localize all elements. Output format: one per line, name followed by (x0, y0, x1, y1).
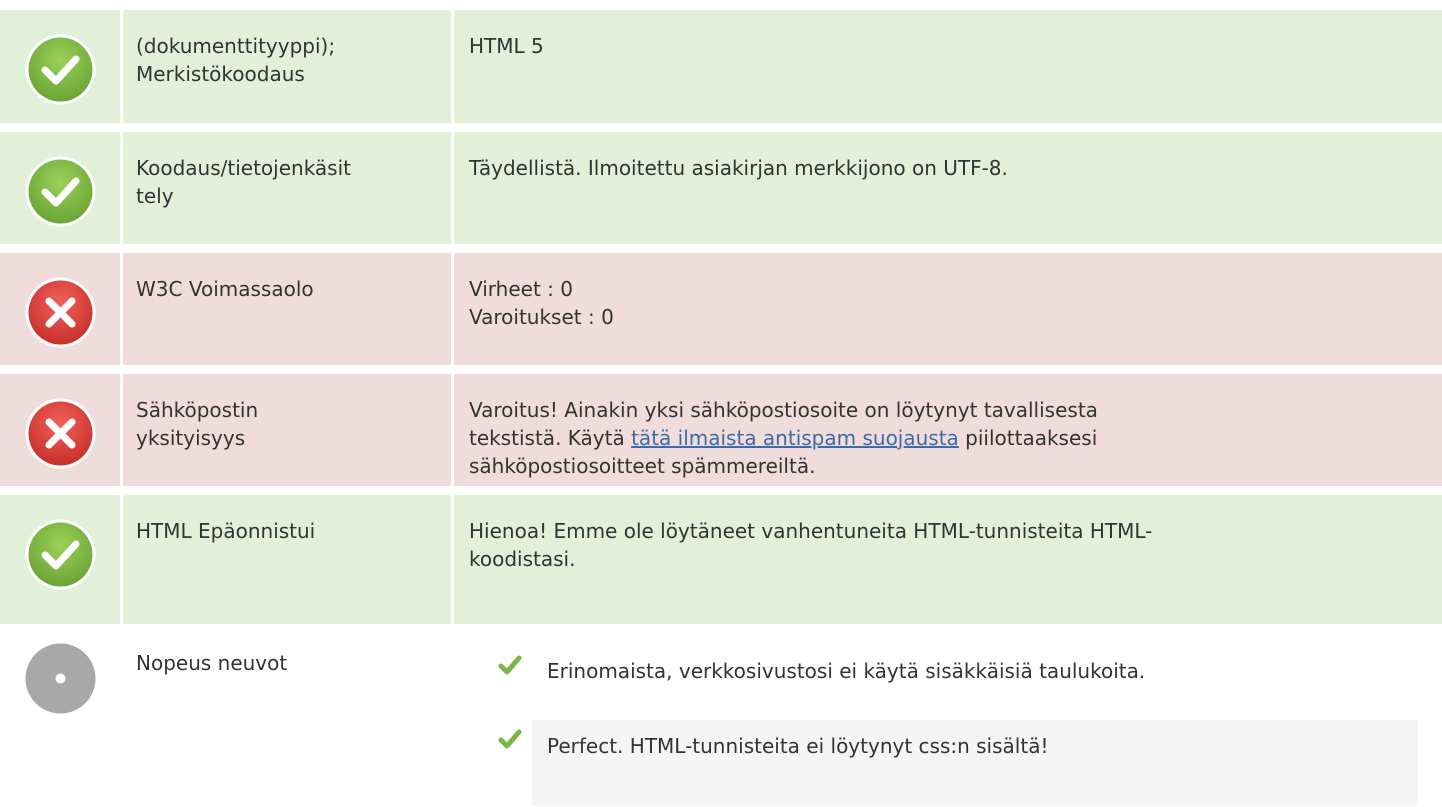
row-value: Varoitus! Ainakin yksi sähköpostiosoite … (454, 374, 1442, 486)
report-row-doctype: (dokumenttityyppi); Merkistökoodaus HTML… (0, 10, 1442, 123)
report-row-deprecated-html: HTML Epäonnistui Hienoa! Emme ole löytän… (0, 495, 1442, 624)
row-label-line: Merkistökoodaus (136, 62, 305, 86)
report-row-encoding: Koodaus/tietojenkäsit tely Täydellistä. … (0, 132, 1442, 244)
status-cell (0, 132, 120, 244)
row-label: (dokumenttityyppi); Merkistökoodaus (123, 10, 451, 123)
row-value-text: Täydellistä. Ilmoitettu asiakirjan merkk… (469, 156, 1008, 180)
row-value-line: koodistasi. (469, 547, 576, 571)
row-label-line: yksityisyys (136, 426, 246, 450)
speed-tip: Erinomaista, verkkosivustosi ei käytä si… (498, 645, 1418, 711)
row-value: Hienoa! Emme ole löytäneet vanhentuneita… (454, 495, 1442, 624)
row-value-line: sähköpostiosoitteet spämmereiltä. (469, 454, 816, 478)
row-label: Koodaus/tietojenkäsit tely (123, 132, 451, 244)
x-circle-icon (25, 398, 95, 469)
status-cell (0, 253, 120, 365)
speed-tip-text: Perfect. HTML-tunnisteita ei löytynyt cs… (547, 734, 1049, 758)
warnings-count: Varoitukset : 0 (469, 305, 614, 329)
status-cell (0, 10, 120, 123)
row-value: HTML 5 (454, 10, 1442, 123)
info-circle-icon (25, 643, 95, 714)
status-cell (0, 374, 120, 486)
checkmark-icon (498, 655, 522, 675)
antispam-protection-link[interactable]: tätä ilmaista antispam suojausta (631, 426, 959, 450)
row-value: Täydellistä. Ilmoitettu asiakirjan merkk… (454, 132, 1442, 244)
row-label-line: Koodaus/tietojenkäsit (136, 156, 351, 180)
x-circle-icon (25, 277, 95, 348)
row-value-text: piilottaaksesi (958, 426, 1098, 450)
row-value-line: Hienoa! Emme ole löytäneet vanhentuneita… (469, 519, 1153, 543)
report-row-w3c-validity: W3C Voimassaolo Virheet : 0 Varoitukset … (0, 253, 1442, 365)
status-cell (0, 633, 120, 807)
report-row-email-privacy: Sähköpostin yksityisyys Varoitus! Ainaki… (0, 374, 1442, 486)
row-label-text: W3C Voimassaolo (136, 277, 314, 301)
row-value-text: tekstistä. Käytä (469, 426, 632, 450)
check-circle-icon (25, 156, 95, 227)
row-value-text: HTML 5 (469, 34, 544, 58)
row-label-text: Nopeus neuvot (136, 651, 288, 675)
check-circle-icon (25, 519, 95, 590)
speed-tip-text: Erinomaista, verkkosivustosi ei käytä si… (547, 659, 1146, 683)
row-value: Virheet : 0 Varoitukset : 0 (454, 253, 1442, 365)
row-label-line: Sähköpostin (136, 398, 259, 422)
errors-count: Virheet : 0 (469, 277, 573, 301)
row-label: W3C Voimassaolo (123, 253, 451, 365)
speed-tip: Perfect. HTML-tunnisteita ei löytynyt cs… (498, 720, 1418, 806)
check-circle-icon (25, 34, 95, 105)
row-value-line: tekstistä. Käytä tätä ilmaista antispam … (469, 424, 1428, 452)
status-cell (0, 495, 120, 624)
row-label-line: tely (136, 184, 174, 208)
row-label: Nopeus neuvot (123, 633, 451, 807)
row-label-text: HTML Epäonnistui (136, 519, 316, 543)
row-label-line: (dokumenttityyppi); (136, 34, 336, 58)
row-label: HTML Epäonnistui (123, 495, 451, 624)
seo-report-panel: (dokumenttityyppi); Merkistökoodaus HTML… (0, 0, 1442, 807)
row-label: Sähköpostin yksityisyys (123, 374, 451, 486)
checkmark-icon (498, 729, 522, 749)
row-value-line: Varoitus! Ainakin yksi sähköpostiosoite … (469, 398, 1098, 422)
